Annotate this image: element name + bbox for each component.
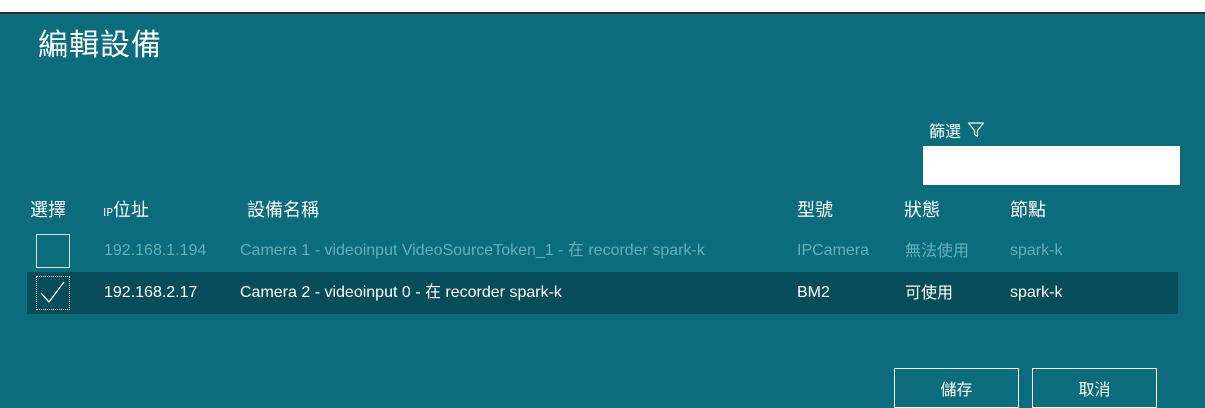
- filter-input[interactable]: [923, 146, 1180, 185]
- header-device-name: 設備名稱: [247, 200, 319, 221]
- cancel-button[interactable]: 取消: [1032, 368, 1157, 408]
- header-ip: IP位址: [103, 196, 149, 222]
- row-ip: 192.168.2.17: [104, 284, 198, 301]
- device-table: 選擇 IP位址 設備名稱 型號 狀態 節點 192.168.1.194 Came…: [27, 190, 1178, 314]
- filter-label-group: 篩選: [929, 118, 985, 142]
- row-ip: 192.168.1.194: [104, 242, 207, 259]
- row-status: 可使用: [905, 283, 954, 302]
- filter-icon[interactable]: [967, 121, 985, 139]
- header-ip-suffix: 位址: [112, 200, 149, 221]
- row-node: spark-k: [1010, 242, 1063, 259]
- filter-label: 篩選: [929, 122, 962, 141]
- row-node: spark-k: [1010, 284, 1063, 301]
- row-checkbox[interactable]: [36, 276, 70, 310]
- row-device-name: Camera 1 - videoinput VideoSourceToken_1…: [240, 242, 705, 259]
- top-window-bar: [0, 0, 1205, 14]
- table-row[interactable]: 192.168.1.194 Camera 1 - videoinput Vide…: [27, 230, 1178, 272]
- row-model: BM2: [797, 284, 830, 301]
- table-row[interactable]: 192.168.2.17 Camera 2 - videoinput 0 - 在…: [27, 272, 1178, 314]
- header-select: 選擇: [30, 200, 66, 221]
- row-status: 無法使用: [905, 241, 970, 260]
- table-header: 選擇 IP位址 設備名稱 型號 狀態 節點: [27, 190, 1178, 230]
- row-device-name: Camera 2 - videoinput 0 - 在 recorder spa…: [240, 284, 562, 301]
- row-model: IPCamera: [797, 242, 870, 259]
- header-status: 狀態: [904, 200, 940, 221]
- checkmark-icon: [40, 281, 65, 304]
- header-ip-prefix: IP: [103, 206, 113, 219]
- header-model: 型號: [797, 200, 833, 221]
- row-checkbox[interactable]: [36, 234, 70, 268]
- header-node: 節點: [1010, 200, 1046, 221]
- save-button[interactable]: 儲存: [894, 368, 1019, 408]
- dialog-title: 編輯設備: [38, 28, 162, 63]
